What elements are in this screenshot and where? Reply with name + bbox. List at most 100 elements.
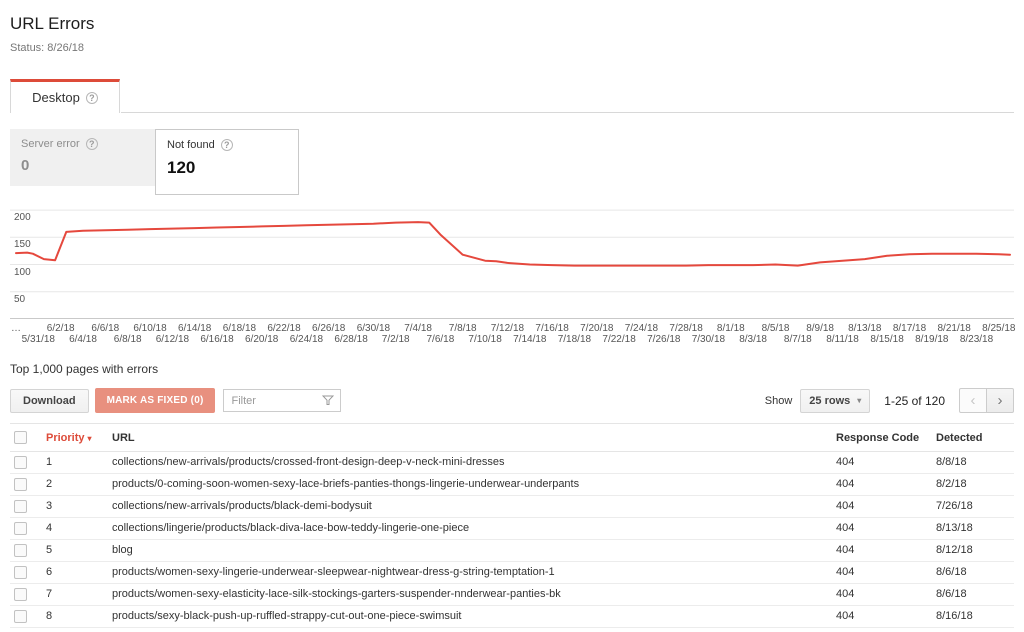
response-code-cell: 404	[836, 562, 936, 584]
not-found-label: Not found	[167, 139, 215, 151]
x-tick-label: 6/10/18	[133, 323, 166, 334]
row-checkbox[interactable]	[14, 478, 27, 491]
filter-box	[223, 389, 341, 412]
x-tick-label: 6/28/18	[334, 334, 367, 345]
tab-strip: Desktop ?	[0, 79, 1024, 113]
url-cell: products/sexy-black-push-up-ruffled-stra…	[112, 606, 836, 628]
y-tick-label: 50	[14, 294, 25, 305]
x-tick-label: 6/16/18	[200, 334, 233, 345]
priority-cell: 8	[46, 606, 112, 628]
x-tick-label: 6/20/18	[245, 334, 278, 345]
x-tick-label: 6/30/18	[357, 323, 390, 334]
help-icon[interactable]: ?	[221, 139, 233, 151]
row-checkbox[interactable]	[14, 588, 27, 601]
x-tick-label: 8/13/18	[848, 323, 881, 334]
x-tick-label: 8/3/18	[739, 334, 767, 345]
x-tick-label: 6/24/18	[290, 334, 323, 345]
select-all-checkbox[interactable]	[14, 431, 27, 444]
download-button[interactable]: Download	[10, 389, 89, 413]
url-cell: products/0-coming-soon-women-sexy-lace-b…	[112, 474, 836, 496]
detected-cell: 8/6/18	[936, 584, 1014, 606]
header-url[interactable]: URL	[112, 424, 836, 452]
row-checkbox[interactable]	[14, 544, 27, 557]
url-link[interactable]: collections/new-arrivals/products/crosse…	[112, 456, 504, 468]
x-tick-label: 7/10/18	[468, 334, 501, 345]
mark-as-fixed-button[interactable]: MARK AS FIXED (0)	[95, 388, 216, 413]
errors-line-chart: 20015010050	[10, 209, 1014, 319]
detected-cell: 7/26/18	[936, 496, 1014, 518]
pager: ‹ ›	[959, 388, 1014, 413]
page-header: URL Errors Status: 8/26/18	[0, 0, 1024, 54]
tab-desktop[interactable]: Desktop ?	[10, 79, 120, 113]
prev-page-button[interactable]: ‹	[959, 388, 987, 413]
x-tick-label: 7/18/18	[558, 334, 591, 345]
next-page-button[interactable]: ›	[986, 388, 1014, 413]
table-header-row: Priority▾ URL Response Code Detected	[10, 424, 1014, 452]
url-link[interactable]: products/0-coming-soon-women-sexy-lace-b…	[112, 478, 579, 490]
show-label: Show	[765, 395, 793, 407]
x-tick-label: 8/1/18	[717, 323, 745, 334]
x-tick-label: 7/8/18	[449, 323, 477, 334]
row-select-cell	[10, 606, 46, 628]
url-link[interactable]: blog	[112, 544, 133, 556]
x-tick-label: 8/5/18	[762, 323, 790, 334]
not-found-box[interactable]: Not found ? 120	[155, 129, 299, 195]
x-tick-label: 7/22/18	[602, 334, 635, 345]
not-found-count: 120	[167, 158, 287, 178]
rows-per-page-dropdown[interactable]: 25 rows ▾	[800, 389, 870, 413]
priority-cell: 5	[46, 540, 112, 562]
server-error-box[interactable]: Server error ? 0	[10, 129, 155, 186]
url-link[interactable]: products/women-sexy-elasticity-lace-silk…	[112, 588, 561, 600]
row-select-cell	[10, 562, 46, 584]
row-checkbox[interactable]	[14, 566, 27, 579]
y-tick-label: 200	[14, 212, 31, 223]
url-link[interactable]: collections/new-arrivals/products/black-…	[112, 500, 372, 512]
detected-cell: 8/16/18	[936, 606, 1014, 628]
x-tick-label: 6/6/18	[91, 323, 119, 334]
x-tick-label: 7/28/18	[669, 323, 702, 334]
header-detected[interactable]: Detected	[936, 424, 1014, 452]
x-tick-label: 7/4/18	[404, 323, 432, 334]
priority-cell: 4	[46, 518, 112, 540]
chevron-down-icon: ▾	[857, 396, 861, 405]
x-tick-label: 8/25/18	[982, 323, 1015, 334]
detected-cell: 8/2/18	[936, 474, 1014, 496]
table-row: 1collections/new-arrivals/products/cross…	[10, 452, 1014, 474]
x-tick-label: 8/21/18	[938, 323, 971, 334]
x-tick-label: 6/12/18	[156, 334, 189, 345]
x-tick-label: 7/6/18	[426, 334, 454, 345]
row-checkbox[interactable]	[14, 610, 27, 623]
url-link[interactable]: collections/lingerie/products/black-diva…	[112, 522, 469, 534]
status-text: Status: 8/26/18	[10, 42, 1014, 54]
page-title: URL Errors	[10, 14, 1014, 34]
x-tick-label: 7/14/18	[513, 334, 546, 345]
priority-cell: 2	[46, 474, 112, 496]
x-tick-label: 8/11/18	[826, 334, 859, 345]
select-all-cell	[10, 424, 46, 452]
x-tick-label: 8/15/18	[870, 334, 903, 345]
url-link[interactable]: products/sexy-black-push-up-ruffled-stra…	[112, 610, 462, 622]
help-icon[interactable]: ?	[86, 92, 98, 104]
url-link[interactable]: products/women-sexy-lingerie-underwear-s…	[112, 566, 555, 578]
table-row: 5blog4048/12/18	[10, 540, 1014, 562]
row-checkbox[interactable]	[14, 522, 27, 535]
header-priority[interactable]: Priority▾	[46, 424, 112, 452]
x-tick-label: 8/17/18	[893, 323, 926, 334]
x-tick-label: 8/23/18	[960, 334, 993, 345]
priority-cell: 6	[46, 562, 112, 584]
table-row: 8products/sexy-black-push-up-ruffled-str…	[10, 606, 1014, 628]
tab-desktop-label: Desktop	[32, 90, 80, 105]
x-tick-label: 7/30/18	[692, 334, 725, 345]
row-checkbox[interactable]	[14, 500, 27, 513]
response-code-cell: 404	[836, 474, 936, 496]
priority-cell: 1	[46, 452, 112, 474]
help-icon[interactable]: ?	[86, 138, 98, 150]
header-response-code[interactable]: Response Code	[836, 424, 936, 452]
x-tick-label: 7/16/18	[535, 323, 568, 334]
toolbar: Download MARK AS FIXED (0) Show 25 rows …	[10, 388, 1014, 413]
x-tick-label: …	[11, 323, 21, 334]
row-checkbox[interactable]	[14, 456, 27, 469]
row-select-cell	[10, 584, 46, 606]
row-select-cell	[10, 518, 46, 540]
table-row: 4collections/lingerie/products/black-div…	[10, 518, 1014, 540]
